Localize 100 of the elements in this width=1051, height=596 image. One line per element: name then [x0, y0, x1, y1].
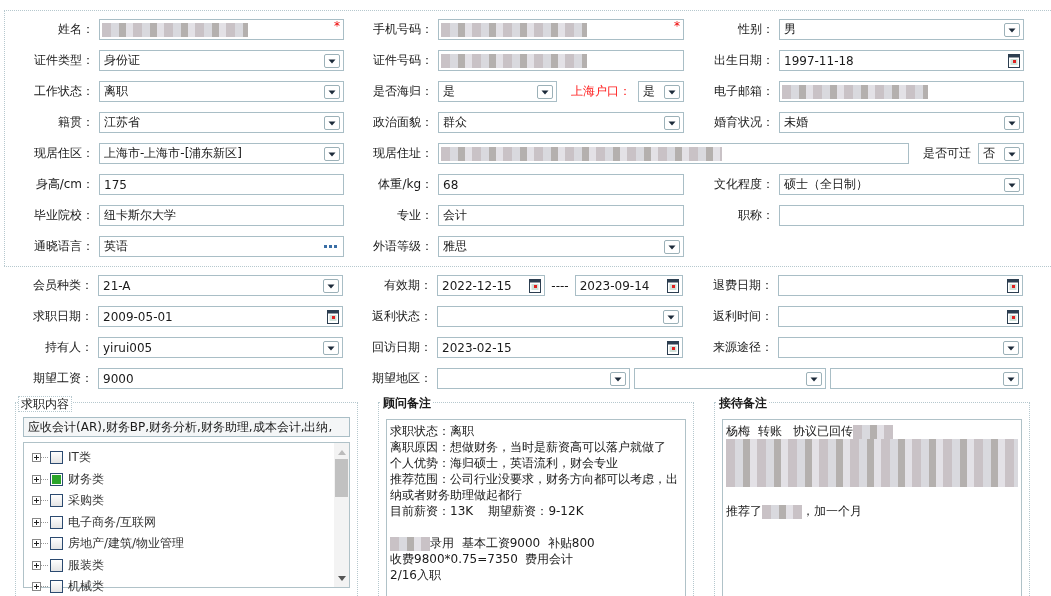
field-label: 是否海归：	[372, 83, 434, 100]
checkbox[interactable]	[50, 494, 63, 508]
dropdown[interactable]: 21-A	[98, 275, 343, 296]
dropdown[interactable]: 是	[638, 81, 684, 102]
note-text: 推荐了	[726, 504, 762, 518]
expand-icon[interactable]	[32, 560, 41, 570]
dropdown[interactable]: 离职	[99, 81, 344, 102]
input-field[interactable]: 纽卡斯尔大学	[99, 205, 344, 226]
category-label[interactable]: 采购类	[68, 492, 104, 510]
field-label: 电子邮箱：	[713, 83, 775, 100]
input-field[interactable]: 175	[99, 174, 344, 195]
input-field[interactable]: 9000	[98, 368, 343, 389]
date-field[interactable]: 2023-09-14	[574, 275, 683, 296]
calendar-icon[interactable]	[1007, 309, 1019, 324]
calendar-icon[interactable]	[1007, 278, 1019, 293]
group-title: 求职内容	[18, 396, 72, 412]
scrollbar[interactable]	[334, 443, 349, 587]
note-text: 求职状态：离职	[390, 424, 474, 438]
date-field[interactable]: 1997-11-18	[779, 50, 1024, 71]
dropdown[interactable]: 雅思	[438, 236, 684, 257]
expand-icon[interactable]	[32, 582, 41, 592]
date-field[interactable]: 2023-02-15	[437, 337, 683, 358]
dropdown[interactable]: 未婚	[779, 112, 1024, 133]
dropdown[interactable]: 群众	[438, 112, 684, 133]
date-field[interactable]: 2009-05-01	[98, 306, 343, 327]
input-field[interactable]	[779, 205, 1024, 226]
dropdown[interactable]: 硕士（全日制）	[779, 174, 1024, 195]
field-label: 会员种类：	[32, 277, 94, 294]
expand-icon[interactable]	[32, 474, 41, 484]
date-field[interactable]: 2022-12-15	[437, 275, 546, 296]
expand-icon[interactable]	[32, 539, 41, 549]
notes-textarea[interactable]: 求职状态：离职 离职原因：想做财务，当时是薪资高可以落户就做了 个人优势：海归硕士，英语流利，财会专业 推荐范围：公司行业没要求，财务方向都可以考虑，出纳或者财务助理做起都行 目前薪资：13K 期望薪资：9-12K 录用 基本工资9000 补贴800 收费9800*0.75=7350 费用会计 2/16入职	[386, 419, 686, 596]
field-label: 婚育状况：	[713, 114, 775, 131]
field-label: 证件类型：	[33, 52, 95, 69]
checkbox[interactable]	[50, 537, 63, 551]
input-field[interactable]: *	[99, 19, 344, 40]
category-label[interactable]: 服装类	[68, 556, 104, 574]
required-mark: *	[674, 20, 680, 32]
checkbox[interactable]	[50, 472, 63, 486]
scrollbar-thumb[interactable]	[335, 459, 348, 497]
field-label: 身高/cm：	[34, 176, 95, 193]
field-label: 毕业院校：	[33, 207, 95, 224]
calendar-icon[interactable]	[327, 309, 339, 324]
date-field[interactable]	[778, 275, 1023, 296]
field-label: 现居住址：	[372, 145, 434, 162]
checkbox[interactable]	[50, 515, 63, 529]
calendar-icon[interactable]	[1008, 53, 1020, 68]
blurred-text	[390, 536, 430, 551]
notes-textarea[interactable]: 杨梅 转账 协议已回传 推荐了 ，加一个月	[722, 419, 1022, 596]
checkbox[interactable]	[50, 451, 63, 465]
dropdown[interactable]: 身份证	[99, 50, 344, 71]
scroll-down-icon[interactable]	[337, 576, 346, 581]
dropdown[interactable]: yirui005	[98, 337, 343, 358]
note-text: 推荐范围：公司行业没要求，财务方向都可以考虑，出纳或者财务助理做起都行	[390, 472, 678, 502]
dropdown[interactable]: 否	[978, 143, 1024, 164]
note-text: 杨梅 转账 协议已回传	[726, 424, 854, 438]
field-label: 籍贯：	[57, 114, 95, 131]
note-text: 目前薪资：13K 期望薪资：9-12K	[390, 504, 584, 518]
blurred-text	[762, 504, 802, 519]
expand-icon[interactable]	[32, 517, 41, 527]
field-label: 是否可迁	[922, 145, 972, 162]
input-field[interactable]: 会计	[438, 205, 684, 226]
category-label[interactable]: 机械类	[68, 578, 104, 596]
input-field[interactable]	[438, 143, 909, 164]
note-text: 收费9800*0.75=7350 费用会计	[390, 552, 574, 566]
field-label: 现居住区：	[33, 145, 95, 162]
dropdown[interactable]: 是	[438, 81, 557, 102]
field-label: 文化程度：	[713, 176, 775, 193]
category-label[interactable]: IT类	[68, 449, 91, 467]
field-label: 姓名：	[57, 21, 95, 38]
category-label[interactable]: 财务类	[68, 470, 104, 488]
field-label: 手机号码：	[372, 21, 434, 38]
input-field[interactable]: *	[438, 19, 684, 40]
note-text: 个人优势：海归硕士，英语流利，财会专业	[390, 456, 618, 470]
calendar-icon[interactable]	[529, 278, 542, 293]
date-field[interactable]	[778, 306, 1023, 327]
dropdown[interactable]: 男	[779, 19, 1024, 40]
calendar-icon[interactable]	[667, 340, 679, 355]
dropdown[interactable]: 上海市-上海市-[浦东新区]	[99, 143, 344, 164]
note-text: 录用 基本工资9000 补贴800	[430, 536, 595, 550]
category-label[interactable]: 电子商务/互联网	[68, 513, 157, 531]
field-label: 职称：	[737, 207, 775, 224]
lookup-field[interactable]: 英语	[99, 236, 344, 257]
expand-icon[interactable]	[32, 496, 41, 506]
input-field[interactable]: 68	[438, 174, 684, 195]
input-field[interactable]	[438, 50, 684, 71]
field-label: 返利时间：	[712, 308, 774, 325]
more-icon[interactable]	[324, 244, 338, 249]
field-label: 持有人：	[44, 339, 94, 356]
dropdown[interactable]: 江苏省	[99, 112, 344, 133]
input-field[interactable]: 应收会计(AR),财务BP,财务分析,财务助理,成本会计,出纳,	[23, 417, 350, 437]
field-label: 求职日期：	[32, 308, 94, 325]
field-label: 回访日期：	[371, 339, 433, 356]
input-field[interactable]	[779, 81, 1024, 102]
field-label: 有效期：	[383, 277, 433, 294]
checkbox[interactable]	[50, 580, 63, 594]
category-label[interactable]: 房地产/建筑/物业管理	[68, 535, 185, 553]
expand-icon[interactable]	[32, 453, 41, 463]
calendar-icon[interactable]	[667, 278, 679, 293]
checkbox[interactable]	[50, 558, 63, 572]
